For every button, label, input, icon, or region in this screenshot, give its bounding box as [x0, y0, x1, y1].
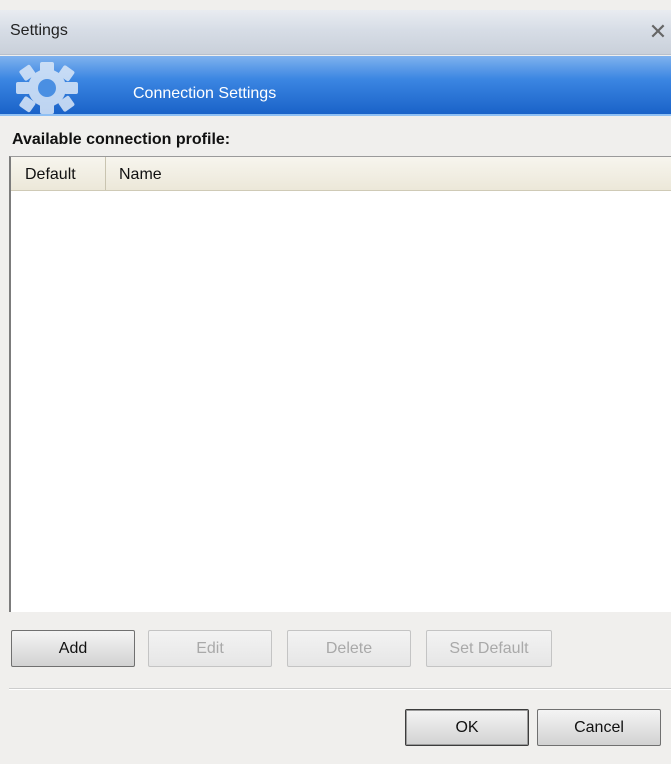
column-header-default[interactable]: Default — [11, 157, 106, 190]
separator — [9, 688, 671, 690]
title-bar[interactable]: Settings ✕ — [0, 10, 671, 55]
gear-icon — [16, 62, 78, 114]
banner-title: Connection Settings — [133, 85, 277, 102]
close-icon[interactable]: ✕ — [647, 20, 669, 44]
set-default-button[interactable]: Set Default — [426, 630, 552, 667]
profiles-label: Available connection profile: — [12, 131, 231, 148]
window-title: Settings — [10, 22, 68, 39]
column-header-name[interactable]: Name — [107, 157, 671, 190]
cancel-button[interactable]: Cancel — [537, 709, 661, 746]
profiles-list[interactable]: Default Name — [9, 156, 671, 612]
edit-button[interactable]: Edit — [148, 630, 272, 667]
add-button[interactable]: Add — [11, 630, 135, 667]
list-header: Default Name — [11, 157, 671, 191]
delete-button[interactable]: Delete — [287, 630, 411, 667]
header-banner: Connection Settings — [0, 56, 671, 116]
settings-dialog: Settings ✕ Connection Settings Available… — [0, 0, 671, 764]
ok-button[interactable]: OK — [405, 709, 529, 746]
